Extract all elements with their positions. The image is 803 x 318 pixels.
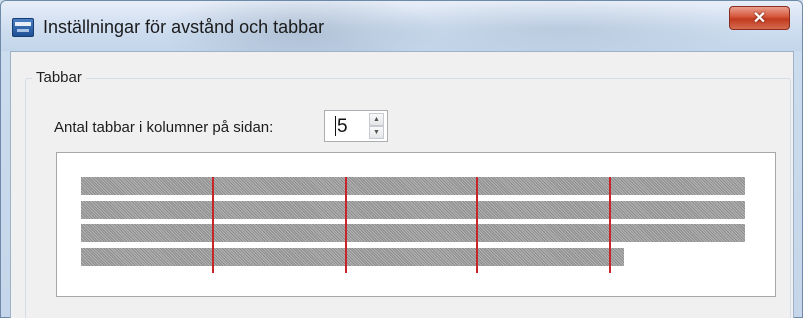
dialog-body: Tabbar Antal tabbar i kolumner på sidan:… — [10, 51, 794, 318]
group-title: Tabbar — [32, 69, 86, 86]
app-icon — [12, 18, 34, 37]
tab-stop-marker — [212, 177, 214, 273]
tab-count-stepper[interactable]: 5 ▲ ▼ — [324, 110, 388, 142]
spin-up-icon: ▲ — [373, 116, 380, 123]
tab-preview — [56, 152, 776, 297]
spin-up-button[interactable]: ▲ — [369, 113, 384, 126]
spin-down-icon: ▼ — [373, 129, 380, 136]
tab-stop-marker — [609, 177, 611, 273]
title-bar[interactable]: Inställningar för avstånd och tabbar ✕ — [1, 1, 802, 51]
preview-line — [81, 224, 745, 242]
spin-down-button[interactable]: ▼ — [369, 126, 384, 139]
close-button[interactable]: ✕ — [729, 6, 790, 30]
tab-count-label: Antal tabbar i kolumner på sidan: — [54, 119, 274, 136]
window-title: Inställningar för avstånd och tabbar — [43, 17, 325, 37]
preview-line — [81, 201, 745, 219]
preview-line — [81, 177, 745, 195]
settings-dialog: Inställningar för avstånd och tabbar ✕ T… — [0, 0, 803, 318]
close-icon: ✕ — [752, 10, 767, 27]
tab-stop-marker — [345, 177, 347, 273]
preview-line — [81, 248, 624, 266]
tab-stop-marker — [476, 177, 478, 273]
spin-buttons: ▲ ▼ — [369, 113, 384, 139]
tab-count-value[interactable]: 5 — [337, 116, 348, 138]
text-caret — [335, 116, 336, 136]
